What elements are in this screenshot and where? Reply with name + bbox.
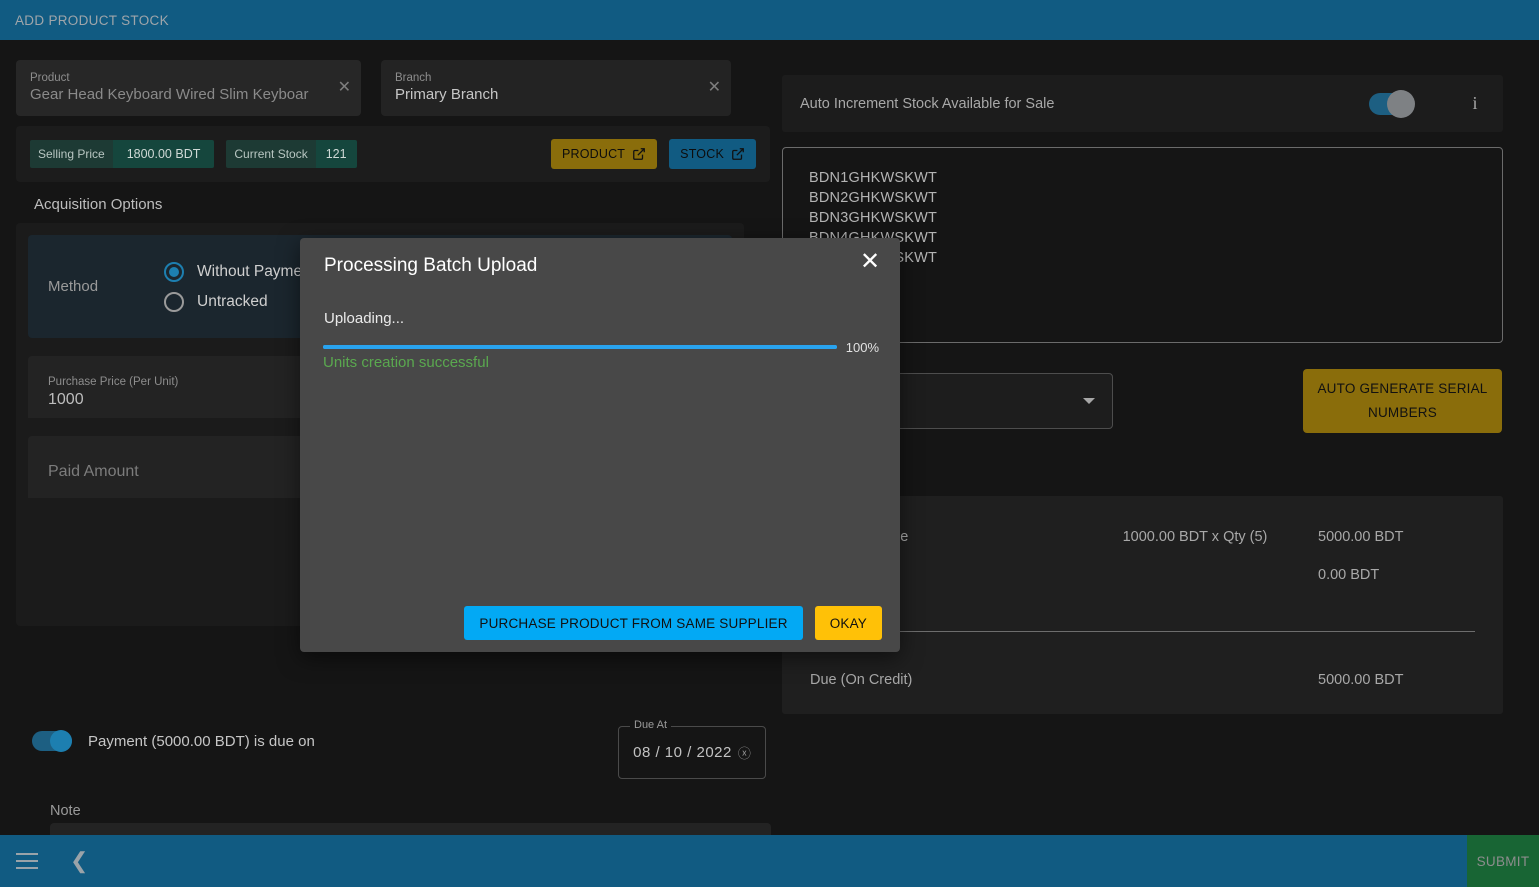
note-label: Note bbox=[50, 803, 81, 819]
close-icon[interactable]: ✕ bbox=[854, 246, 886, 278]
method-radio-group: Without Payment Untracked bbox=[164, 261, 316, 312]
acquisition-options-title: Acquisition Options bbox=[34, 196, 163, 213]
upload-status-text: Uploading... bbox=[324, 310, 405, 327]
product-link-label: PRODUCT bbox=[561, 147, 626, 161]
page-title: ADD PRODUCT STOCK bbox=[15, 12, 169, 28]
summary-total-row: Due (On Credit) 5000.00 BDT bbox=[810, 661, 1475, 699]
payment-due-row: Payment (5000.00 BDT) is due on Due At 0… bbox=[32, 706, 786, 779]
serial-number-item: BDN3GHKWSKWT bbox=[809, 210, 938, 226]
selling-price-label: Selling Price bbox=[30, 140, 113, 168]
dialog-title: Processing Batch Upload bbox=[324, 255, 538, 276]
dialog-actions: PURCHASE PRODUCT FROM SAME SUPPLIER OKAY bbox=[464, 606, 882, 640]
top-fields-row: Product Gear Head Keyboard Wired Slim Ke… bbox=[16, 60, 770, 116]
branch-clear-icon[interactable]: ✕ bbox=[708, 80, 721, 96]
info-icon[interactable]: i bbox=[1465, 93, 1485, 114]
summary-row: Discount 0.00 BDT bbox=[810, 556, 1475, 594]
product-field[interactable]: Product Gear Head Keyboard Wired Slim Ke… bbox=[16, 60, 361, 116]
okay-button[interactable]: OKAY bbox=[814, 606, 882, 640]
radio-without-payment-label: Without Payment bbox=[197, 262, 316, 280]
selling-price-chip: Selling Price 1800.00 BDT bbox=[30, 140, 215, 168]
product-link-button[interactable]: PRODUCT bbox=[550, 139, 658, 169]
branch-field-label: Branch bbox=[395, 72, 432, 84]
product-info-strip: Selling Price 1800.00 BDT Current Stock … bbox=[16, 126, 770, 182]
serial-number-item: BDN4GHKWSKWT bbox=[809, 228, 1476, 248]
progress-bar-track bbox=[323, 345, 837, 349]
product-field-value: Gear Head Keyboard Wired Slim Keyboar bbox=[30, 86, 309, 103]
purchase-from-same-supplier-button[interactable]: PURCHASE PRODUCT FROM SAME SUPPLIER bbox=[464, 606, 803, 640]
selling-price-value: 1800.00 BDT bbox=[112, 140, 215, 168]
chevron-down-icon bbox=[1083, 398, 1095, 404]
progress-percent-label: 100% bbox=[845, 339, 879, 355]
clear-circle-icon[interactable]: ⓧ bbox=[738, 743, 751, 762]
summary-row-detail: 1000.00 BDT x Qty (5) bbox=[1122, 529, 1268, 545]
current-stock-value: 121 bbox=[315, 140, 357, 168]
generate-button-line1: AUTO GENERATE SERIAL bbox=[1317, 381, 1488, 396]
due-at-value: 08 / 10 / 2022 bbox=[633, 744, 732, 761]
external-link-icon bbox=[632, 147, 646, 161]
hamburger-icon[interactable] bbox=[12, 846, 42, 876]
serial-number-item: BDN2GHKWSKWT bbox=[809, 190, 938, 206]
auto-generate-serial-numbers-button[interactable]: AUTO GENERATE SERIAL NUMBERS bbox=[1303, 369, 1502, 433]
summary-total-label: Due (On Credit) bbox=[810, 672, 913, 688]
due-at-field[interactable]: Due At 08 / 10 / 2022 ⓧ bbox=[618, 719, 766, 779]
auto-increment-toggle[interactable] bbox=[1369, 89, 1415, 118]
summary-total-value: 5000.00 BDT bbox=[1318, 672, 1404, 688]
product-field-label: Product bbox=[30, 72, 70, 84]
payment-due-toggle[interactable] bbox=[32, 730, 72, 752]
stock-link-button[interactable]: STOCK bbox=[669, 139, 756, 169]
current-stock-chip: Current Stock 121 bbox=[226, 140, 357, 168]
auto-increment-row: Auto Increment Stock Available for Sale … bbox=[782, 75, 1503, 132]
due-at-label: Due At bbox=[630, 719, 672, 731]
app-root: ADD PRODUCT STOCK Product Gear Head Keyb… bbox=[0, 0, 1539, 887]
radio-unselected-icon bbox=[164, 291, 184, 312]
summary-row-value: 0.00 BDT bbox=[1318, 567, 1380, 583]
chevron-left-icon[interactable]: ❮ bbox=[70, 850, 88, 872]
current-stock-label: Current Stock bbox=[226, 140, 316, 168]
branch-field[interactable]: Branch Primary Branch ✕ bbox=[381, 60, 731, 116]
payment-due-text: Payment (5000.00 BDT) is due on bbox=[88, 732, 315, 750]
progress-bar-fill bbox=[323, 345, 837, 349]
radio-untracked[interactable]: Untracked bbox=[164, 291, 315, 312]
auto-increment-label: Auto Increment Stock Available for Sale bbox=[800, 95, 1055, 112]
summary-row-value: 5000.00 BDT bbox=[1318, 529, 1404, 545]
toggle-knob bbox=[1387, 89, 1415, 118]
processing-batch-upload-dialog: Processing Batch Upload ✕ Uploading... 1… bbox=[300, 238, 900, 652]
radio-untracked-label: Untracked bbox=[197, 292, 268, 310]
serial-number-item: BDN5GHKWSKWT bbox=[809, 248, 1476, 268]
toggle-knob bbox=[50, 730, 72, 752]
method-label: Method bbox=[48, 278, 99, 295]
external-link-icon bbox=[731, 147, 745, 161]
branch-field-value: Primary Branch bbox=[395, 86, 499, 103]
upload-progress: 100% bbox=[323, 339, 879, 355]
radio-without-payment[interactable]: Without Payment bbox=[164, 261, 316, 282]
upload-result-message: Units creation successful bbox=[323, 354, 489, 371]
summary-divider bbox=[810, 631, 1475, 632]
generate-button-line2: NUMBERS bbox=[1368, 405, 1437, 420]
stock-link-label: STOCK bbox=[680, 147, 724, 161]
submit-button[interactable]: SUBMIT bbox=[1467, 835, 1539, 887]
top-app-bar: ADD PRODUCT STOCK bbox=[0, 0, 1539, 40]
summary-row: Purchase Price 1000.00 BDT x Qty (5) 500… bbox=[810, 518, 1475, 556]
product-clear-icon[interactable]: ✕ bbox=[338, 80, 351, 96]
bottom-app-bar: ❮ SUBMIT bbox=[0, 835, 1539, 887]
serial-number-item: BDN1GHKWSKWT bbox=[809, 170, 938, 186]
radio-selected-icon bbox=[164, 261, 184, 282]
